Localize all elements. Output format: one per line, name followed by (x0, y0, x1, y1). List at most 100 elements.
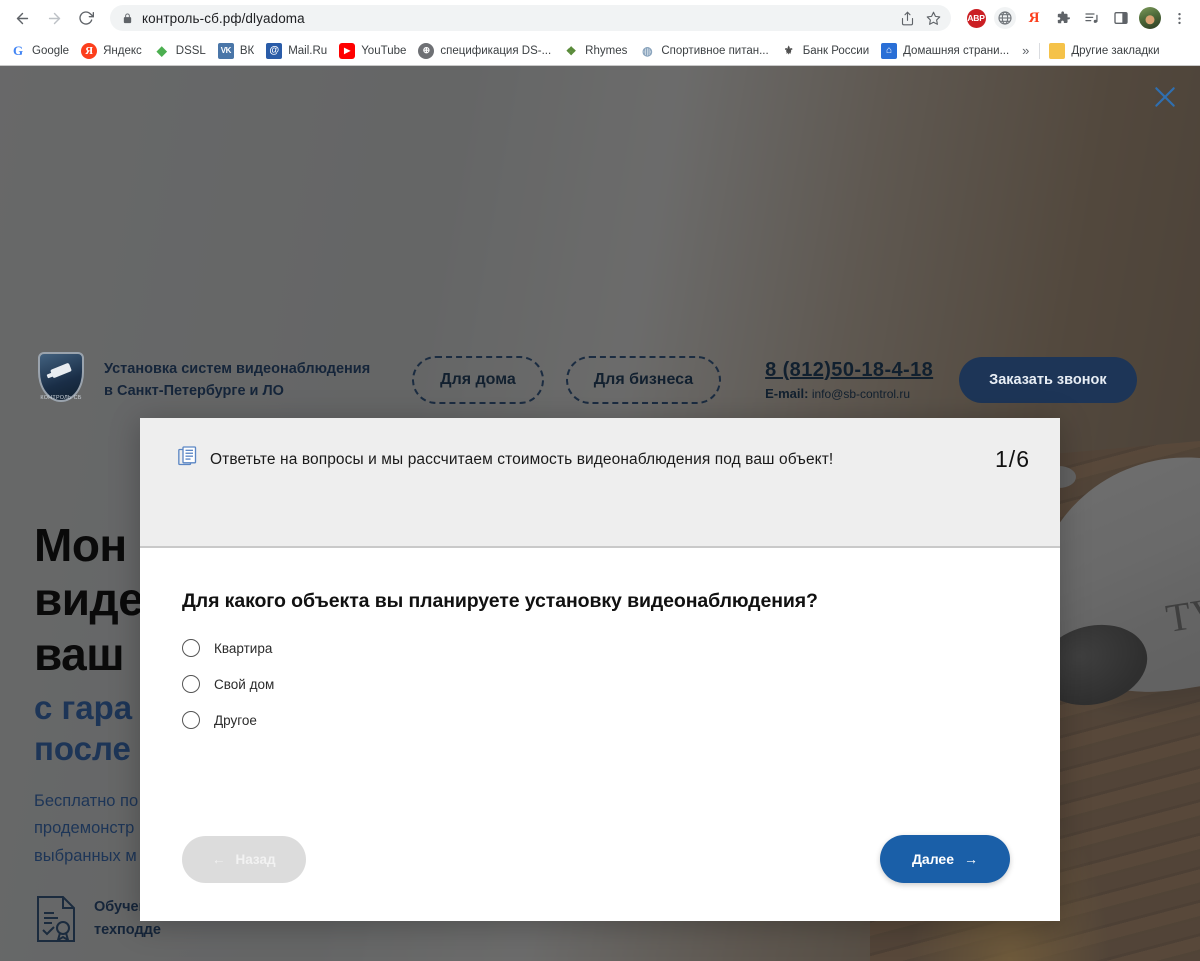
bookmarks-bar: G Google Я Яндекс ◆ DSSL VK ВК @ Mail.Ru ▶ You… (0, 36, 1200, 65)
yandex-extension-icon[interactable]: Я (1021, 5, 1047, 31)
vk-icon: VK (217, 42, 234, 59)
question-title: Для какого объекта вы планируете установ… (182, 590, 818, 612)
dssl-icon: ◆ (153, 42, 170, 59)
folder-icon (1049, 42, 1066, 59)
back-button-label: Назад (235, 851, 276, 867)
page-viewport: TV КОНТРОЛЬ СБ Установка систем видеонаб… (0, 66, 1200, 961)
email-label: E-mail: (765, 386, 809, 401)
star-icon[interactable] (921, 6, 945, 30)
header-tagline-line2: в Санкт-Петербурге и ЛО (104, 383, 284, 399)
answer-option-label: Квартира (214, 640, 273, 656)
document-list-icon (178, 446, 200, 473)
yandex-icon: Я (81, 42, 98, 59)
quiz-modal-body: Для какого объекта вы планируете установ… (140, 548, 1060, 835)
arrow-left-icon: ← (212, 851, 226, 867)
back-icon[interactable] (8, 4, 36, 32)
answer-option[interactable]: Другое (182, 711, 1022, 729)
bookmarks-overflow-button[interactable]: » (1016, 43, 1035, 58)
chrome-menu-icon[interactable] (1166, 5, 1192, 31)
browser-toolbar: контроль-сб.рф/dlyadoma ABP Я (0, 0, 1200, 36)
contact-block: 8 (812)50-18-4-18 E-mail: info@sb-contro… (765, 359, 933, 401)
bookmark-item[interactable]: ⌂ Домашняя страни... (876, 41, 1016, 61)
home-page-icon: ⌂ (881, 42, 898, 59)
rhymes-icon: ❖ (563, 42, 580, 59)
bookmark-item[interactable]: ❖ Rhymes (558, 41, 634, 61)
quiz-modal-footer: ← Назад Далее → (140, 835, 1060, 921)
answer-option-label: Другое (214, 712, 257, 728)
back-button[interactable]: ← Назад (182, 835, 306, 883)
lock-icon (122, 12, 133, 25)
bookmark-item[interactable]: VK ВК (213, 41, 261, 61)
google-icon: G (10, 42, 26, 59)
media-playlist-icon[interactable] (1079, 5, 1105, 31)
header-tagline: Установка систем видеонаблюдения в Санкт… (104, 358, 370, 403)
logo-caption: КОНТРОЛЬ СБ (40, 395, 82, 401)
side-panel-icon[interactable] (1108, 5, 1134, 31)
puzzle-extensions-icon[interactable] (1050, 5, 1076, 31)
bookmark-label: Google (32, 44, 70, 57)
bookmark-label: Rhymes (585, 44, 628, 57)
bookmark-label: Яндекс (103, 44, 142, 57)
other-bookmarks-button[interactable]: Другие закладки (1044, 41, 1166, 61)
adblock-plus-icon[interactable]: ABP (963, 5, 989, 31)
email-line: E-mail: info@sb-control.ru (765, 386, 933, 401)
close-x-icon[interactable] (1148, 80, 1182, 114)
bookmark-item[interactable]: ◆ DSSL (149, 41, 213, 61)
next-button[interactable]: Далее → (879, 835, 1010, 883)
youtube-icon: ▶ (339, 42, 356, 59)
answer-option[interactable]: Свой дом (182, 675, 1022, 693)
answer-options-group: Квартира Свой дом Другое (182, 639, 1022, 729)
bookmark-label: Банк России (802, 44, 870, 57)
site-header: КОНТРОЛЬ СБ Установка систем видеонаблюд… (0, 336, 1200, 424)
bookmark-item[interactable]: Я Яндекс (76, 41, 149, 61)
quiz-modal-header: Ответьте на вопросы и мы рассчитаем стои… (140, 418, 1060, 548)
quiz-modal: Ответьте на вопросы и мы рассчитаем стои… (140, 418, 1060, 921)
certificate-document-icon (34, 894, 78, 944)
next-button-label: Далее (911, 851, 954, 867)
bookmark-label: DSSL (175, 44, 206, 57)
bookmark-label: спецификация DS-... (440, 44, 552, 57)
reload-icon[interactable] (72, 4, 100, 32)
extension-icons: ABP Я (957, 5, 1192, 31)
phone-number-link[interactable]: 8 (812)50-18-4-18 (765, 359, 933, 382)
arrow-right-icon: → (964, 851, 978, 867)
quiz-step-counter: 1/6 (995, 446, 1030, 472)
hero-feature-line2: техподде (94, 922, 161, 938)
order-callback-button[interactable]: Заказать звонок (959, 357, 1137, 403)
browser-chrome: контроль-сб.рф/dlyadoma ABP Я G Google Я… (0, 0, 1200, 66)
share-icon[interactable] (895, 6, 919, 30)
company-logo[interactable]: КОНТРОЛЬ СБ (34, 350, 88, 410)
radio-button[interactable] (182, 675, 200, 693)
bookmark-item[interactable]: G Google (5, 41, 76, 61)
url-text: контроль-сб.рф/dlyadoma (142, 10, 305, 26)
bookmark-item[interactable]: @ Mail.Ru (261, 41, 334, 61)
email-address-link[interactable]: info@sb-control.ru (812, 387, 910, 401)
bookmark-label: Домашняя страни... (903, 44, 1010, 57)
bookmark-label: YouTube (361, 44, 407, 57)
radio-button[interactable] (182, 711, 200, 729)
bookmark-label: Mail.Ru (288, 44, 328, 57)
bookmark-label: ВК (239, 44, 255, 57)
answer-option-label: Свой дом (214, 676, 275, 692)
forward-icon[interactable] (40, 4, 68, 32)
bookmark-label: Спортивное питан... (661, 44, 769, 57)
globe-icon: ⊕ (418, 42, 435, 59)
quiz-intro-text: Ответьте на вопросы и мы рассчитаем стои… (210, 451, 834, 468)
address-bar[interactable]: контроль-сб.рф/dlyadoma (110, 5, 951, 31)
bookmark-item[interactable]: ▶ YouTube (334, 41, 413, 61)
header-tagline-line1: Установка систем видеонаблюдения (104, 360, 371, 377)
bank-of-russia-icon: ⚜ (780, 42, 797, 59)
bookmark-item[interactable]: ◍ Спортивное питан... (634, 41, 775, 61)
profile-avatar[interactable] (1137, 5, 1163, 31)
mailru-icon: @ (266, 42, 283, 59)
nav-for-business-button[interactable]: Для бизнеса (565, 356, 722, 404)
answer-option[interactable]: Квартира (182, 639, 1022, 657)
bookmark-item[interactable]: ⊕ спецификация DS-... (413, 41, 558, 61)
other-bookmarks-label: Другие закладки (1071, 44, 1160, 57)
radio-button[interactable] (182, 639, 200, 657)
bookmark-item[interactable]: ⚜ Банк России (776, 41, 876, 61)
globe-extension-icon[interactable] (992, 5, 1018, 31)
divider (1039, 42, 1041, 59)
sport-nutrition-icon: ◍ (639, 42, 656, 59)
nav-for-home-button[interactable]: Для дома (412, 356, 544, 404)
